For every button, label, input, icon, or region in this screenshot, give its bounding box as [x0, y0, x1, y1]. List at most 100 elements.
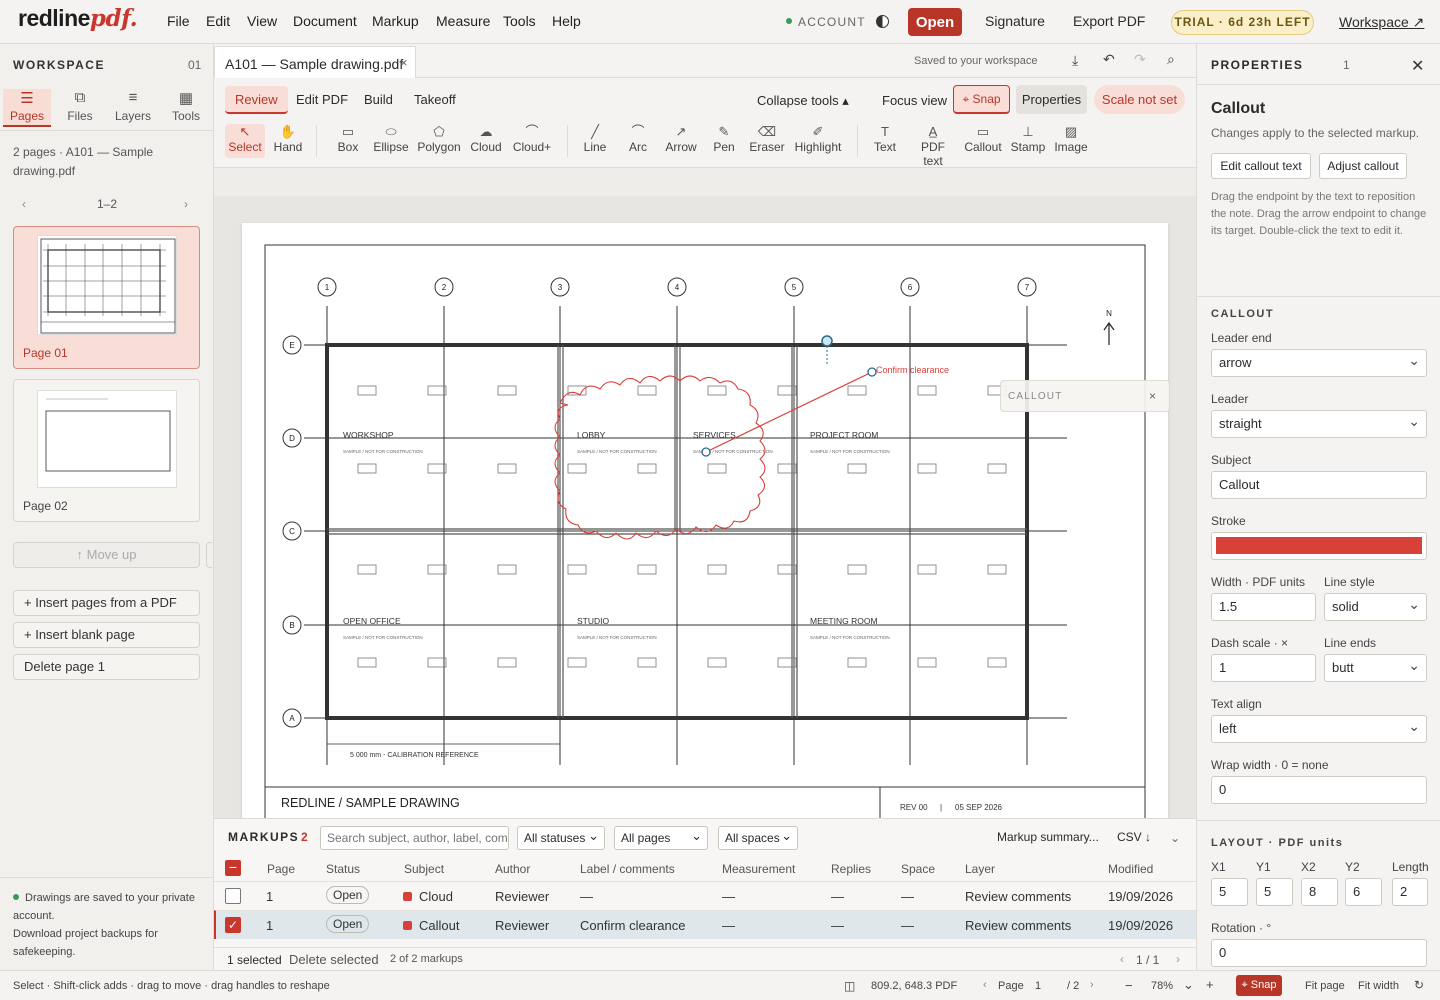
select-tool[interactable]: ↖ Select [225, 124, 265, 158]
workspace-link[interactable]: Workspace ↗ [1339, 14, 1424, 31]
account-menu[interactable]: ACCOUNT [786, 15, 866, 29]
fit-width-button[interactable]: Fit width [1358, 980, 1399, 992]
lineends-select[interactable]: butt [1324, 652, 1427, 682]
stroke-color-picker[interactable] [1211, 532, 1427, 560]
stamp-tool[interactable]: ⊥ Stamp [1010, 124, 1046, 158]
next-page-icon[interactable]: › [1090, 979, 1094, 991]
close-popup-icon[interactable]: × [1149, 389, 1156, 403]
markup-summary-button[interactable]: Markup summary... [997, 830, 1099, 844]
row-checkbox[interactable]: ✓ [225, 917, 241, 933]
line-tool[interactable]: ╱ Line [580, 124, 610, 158]
open-button[interactable]: Open [908, 8, 962, 36]
close-tab-icon[interactable]: × [400, 55, 408, 70]
menu-file[interactable]: File [167, 13, 190, 29]
box-tool[interactable]: ▭ Box [332, 124, 364, 158]
text-tool[interactable]: T Text [871, 124, 899, 158]
menu-edit[interactable]: Edit [206, 13, 230, 29]
image-tool[interactable]: ▨ Image [1053, 124, 1089, 158]
rotation-input[interactable]: 0 [1211, 939, 1427, 967]
menu-tools[interactable]: Tools [503, 13, 536, 29]
next-icon[interactable]: › [1176, 952, 1180, 966]
zoom-out-icon[interactable]: − [1125, 978, 1133, 993]
collapse-tools-button[interactable]: Collapse tools ▴ [757, 93, 849, 109]
snap-toggle-button[interactable]: ⌖ Snap [953, 85, 1010, 114]
close-icon[interactable]: ✕ [1411, 56, 1424, 76]
x1-input[interactable]: 5 [1211, 878, 1248, 906]
prev-page-icon[interactable]: ‹ [983, 979, 987, 991]
menu-help[interactable]: Help [552, 13, 581, 29]
fit-page-button[interactable]: Fit page [1305, 980, 1345, 992]
sidebar-tab-pages[interactable]: ☰ Pages [3, 89, 51, 127]
pen-tool[interactable]: ✎ Pen [710, 124, 738, 158]
scale-status-button[interactable]: Scale not set [1094, 85, 1185, 114]
leader-select[interactable]: straight [1211, 408, 1427, 438]
hand-tool[interactable]: ✋ Hand [270, 124, 306, 158]
delete-page-button[interactable]: Delete page 1 [13, 654, 200, 680]
arrow-tool[interactable]: ↗ Arrow [663, 124, 699, 158]
polygon-tool[interactable]: ⬠ Polygon [417, 124, 461, 158]
next-page-icon[interactable]: › [184, 197, 188, 211]
move-up-button[interactable]: ↑ Move up [13, 542, 200, 568]
row-checkbox[interactable] [225, 888, 241, 904]
x2-input[interactable]: 8 [1301, 878, 1338, 906]
insert-pages-button[interactable]: + Insert pages from a PDF [13, 590, 200, 616]
select-all-checkbox[interactable]: − [225, 860, 241, 876]
col-space[interactable]: Space [901, 862, 935, 876]
prev-page-icon[interactable]: ‹ [22, 197, 26, 211]
col-page[interactable]: Page [267, 862, 295, 876]
focus-view-button[interactable]: Focus view [882, 93, 947, 108]
eraser-tool[interactable]: ⌫ Eraser [748, 124, 786, 158]
search-icon[interactable]: ⌕ [1167, 51, 1175, 68]
signature-button[interactable]: Signature [985, 13, 1045, 29]
textalign-select[interactable]: left [1211, 713, 1427, 743]
markup-search-input[interactable] [320, 826, 509, 850]
cloud-plus-tool[interactable]: ⌒ Cloud+ [511, 124, 553, 158]
col-measurement[interactable]: Measurement [722, 862, 795, 876]
zoom-in-icon[interactable]: + [1206, 977, 1214, 992]
col-author[interactable]: Author [495, 862, 530, 876]
length-input[interactable]: 2 [1392, 878, 1428, 906]
mode-tab-edit-pdf[interactable]: Edit PDF [286, 86, 358, 114]
trial-badge[interactable]: TRIAL · 6d 23h LEFT [1171, 10, 1314, 35]
csv-export-button[interactable]: CSV ↓ [1117, 830, 1151, 844]
zoom-level[interactable]: 78% [1151, 980, 1173, 992]
undo-icon[interactable]: ↶ [1103, 51, 1115, 68]
download-icon[interactable]: ⤓ [1072, 52, 1078, 69]
app-logo[interactable]: redlinepdf. [18, 5, 138, 32]
arc-tool[interactable]: ⌒ Arc [624, 124, 652, 158]
document-tab[interactable]: A101 — Sample drawing.pdf × [214, 46, 416, 78]
page-thumbnail-2[interactable]: Page 02 [13, 379, 200, 522]
prev-icon[interactable]: ‹ [1120, 952, 1124, 966]
edit-callout-text-button[interactable]: Edit callout text [1211, 153, 1311, 179]
col-layer[interactable]: Layer [965, 862, 995, 876]
pdf-text-tool[interactable]: A̲ PDF text [910, 124, 956, 168]
book-icon[interactable]: ◫ [844, 979, 855, 993]
insert-blank-button[interactable]: + Insert blank page [13, 622, 200, 648]
sidebar-tab-layers[interactable]: ≡ Layers [109, 89, 157, 127]
adjust-callout-button[interactable]: Adjust callout [1319, 153, 1407, 179]
collapse-panel-icon[interactable]: ⌄ [1170, 831, 1180, 845]
sidebar-tab-tools[interactable]: ▦ Tools [162, 89, 210, 127]
space-filter[interactable]: All spaces ⌄ [718, 826, 798, 850]
mode-tab-review[interactable]: Review [225, 86, 288, 114]
subject-input[interactable]: Callout [1211, 471, 1427, 499]
mode-tab-takeoff[interactable]: Takeoff [404, 86, 466, 114]
table-row[interactable]: 1 Open Cloud Reviewer — — — — Review com… [214, 881, 1196, 910]
chevron-down-icon[interactable]: ⌄ [1183, 977, 1194, 993]
snap-status-button[interactable]: ⌖ Snap [1236, 975, 1282, 996]
refresh-icon[interactable]: ↻ [1414, 978, 1424, 992]
linestyle-select[interactable]: solid [1324, 591, 1427, 621]
mode-tab-build[interactable]: Build [354, 86, 403, 114]
move-down-button[interactable] [206, 542, 212, 568]
document-canvas[interactable]: 1 2 3 4 5 6 7 E D C B A N WORKSHOP LOBBY… [214, 168, 1196, 818]
delete-selected-button[interactable]: Delete selected [289, 952, 379, 967]
menu-markup[interactable]: Markup [372, 13, 419, 29]
status-filter[interactable]: All statuses ⌄ [517, 826, 605, 850]
theme-toggle-icon[interactable] [876, 15, 889, 28]
table-row[interactable]: ✓ 1 Open Callout Reviewer Confirm cleara… [214, 910, 1196, 939]
export-pdf-button[interactable]: Export PDF [1073, 13, 1145, 29]
col-subject[interactable]: Subject [404, 862, 444, 876]
page-input[interactable]: 1 [1035, 980, 1041, 992]
dash-input[interactable]: 1 [1211, 654, 1316, 682]
menu-document[interactable]: Document [293, 13, 357, 29]
